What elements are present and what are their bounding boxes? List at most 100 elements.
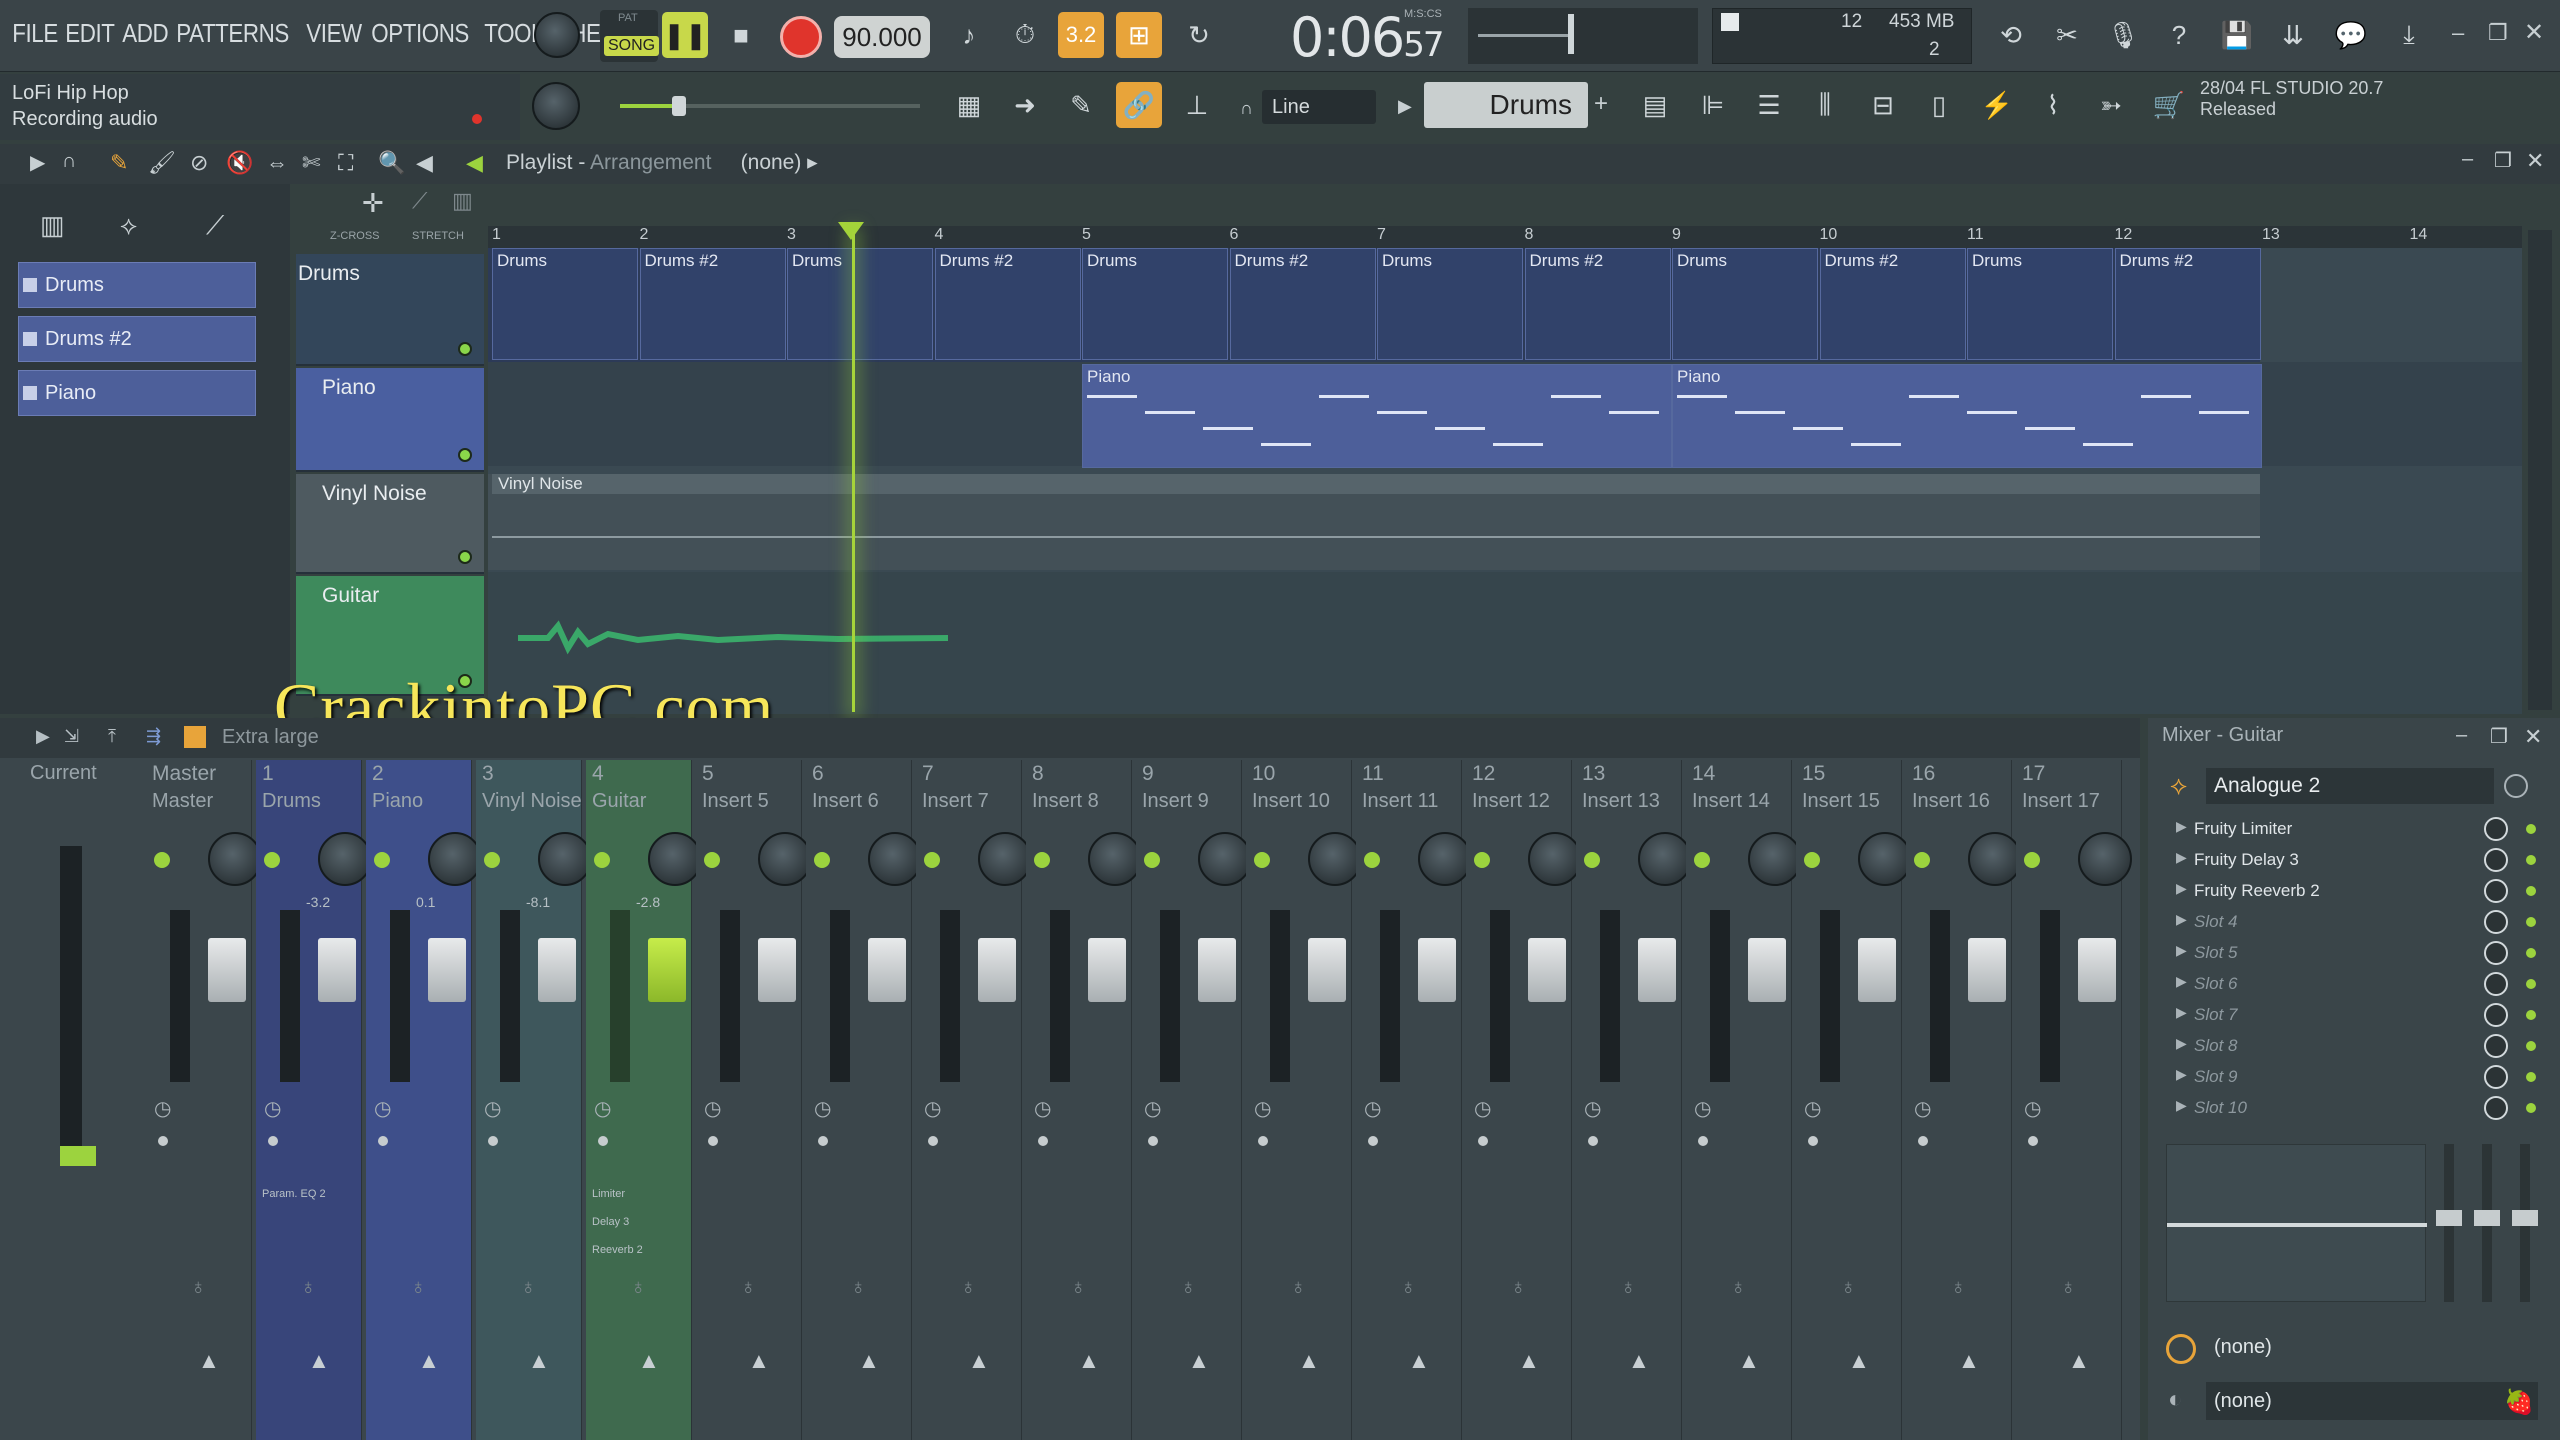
strip-enable-led[interactable] (594, 852, 610, 868)
mixer-strip-insert-12[interactable]: 12 Insert 12 ◷ ♁ ▲ (1466, 760, 1582, 1440)
send-arrow-icon[interactable]: ▲ (528, 1348, 550, 1374)
menu-view[interactable]: VIEW (302, 18, 366, 49)
strip-dot[interactable] (928, 1136, 938, 1146)
strip-clock-icon[interactable]: ◷ (814, 1096, 831, 1121)
strip-enable-led[interactable] (374, 852, 390, 868)
drums-clip[interactable]: Drums #2 (1229, 248, 1376, 360)
strip-clock-icon[interactable]: ◷ (484, 1096, 501, 1121)
effect-slot[interactable]: Slot 10 (2176, 1093, 2496, 1123)
strip-volume-fader[interactable] (1088, 938, 1126, 1002)
strip-volume-fader[interactable] (1858, 938, 1896, 1002)
draw-tool-icon[interactable]: ✎ (110, 150, 128, 176)
effect-slot[interactable]: Slot 6 (2176, 969, 2496, 999)
strip-pan-knob[interactable] (648, 832, 702, 886)
playlist-scrollbar[interactable] (2528, 230, 2552, 710)
send-knob-icon[interactable]: ♁ (1400, 1274, 1417, 1300)
cut-icon[interactable]: ✂ (2044, 12, 2090, 58)
piano-roll-view-icon[interactable]: ⊫ (1690, 82, 1736, 128)
slot-expand-icon[interactable]: ▶ (2176, 849, 2187, 866)
slip-tool-icon[interactable]: ⇔ (266, 150, 288, 176)
strip-dot[interactable] (268, 1136, 278, 1146)
effect-slot[interactable]: Slot 7 (2176, 1000, 2496, 1030)
eq-band-handle[interactable] (2512, 1210, 2538, 1226)
effect-slot[interactable]: Slot 4 (2176, 907, 2496, 937)
strip-volume-fader[interactable] (1528, 938, 1566, 1002)
mixer-strip-insert-9[interactable]: 9 Insert 9 ◷ ♁ ▲ (1136, 760, 1252, 1440)
slot-enable-led[interactable] (2526, 1041, 2536, 1051)
input-clock-icon[interactable] (2166, 1334, 2196, 1364)
strip-enable-led[interactable] (1144, 852, 1160, 868)
pattern-picker-icon[interactable]: ▥ (40, 210, 65, 241)
playlist-maximize-icon[interactable]: ❐ (2494, 148, 2512, 173)
strip-clock-icon[interactable]: ◷ (374, 1096, 391, 1121)
send-knob-icon[interactable]: ♁ (190, 1274, 207, 1300)
strip-pan-knob[interactable] (868, 832, 922, 886)
strip-dot[interactable] (1698, 1136, 1708, 1146)
time-format-label[interactable]: M:S:CS (1404, 8, 1442, 20)
send-knob-icon[interactable]: ♁ (1070, 1274, 1087, 1300)
slot-expand-icon[interactable]: ▶ (2176, 880, 2187, 897)
preset-select[interactable]: Analogue 2 (2206, 768, 2494, 804)
mixer-strip-insert-17[interactable]: 17 Insert 17 ◷ ♁ ▲ (2016, 760, 2132, 1440)
strip-dot[interactable] (1368, 1136, 1378, 1146)
drums-clip[interactable]: Drums #2 (1819, 248, 1966, 360)
playhead-marker[interactable] (838, 222, 864, 240)
mixer-minimize-icon[interactable]: – (2456, 724, 2467, 747)
strip-clock-icon[interactable]: ◷ (1584, 1096, 1601, 1121)
drums-clip[interactable]: Drums #2 (639, 248, 786, 360)
mixer-strip-insert-10[interactable]: 10 Insert 10 ◷ ♁ ▲ (1246, 760, 1362, 1440)
drums-clip[interactable]: Drums (1967, 248, 2113, 360)
send-knob-icon[interactable]: ♁ (1840, 1274, 1857, 1300)
strip-enable-led[interactable] (2024, 852, 2040, 868)
strip-volume-fader[interactable] (1748, 938, 1786, 1002)
strip-pan-knob[interactable] (428, 832, 482, 886)
strip-pan-knob[interactable] (1968, 832, 2022, 886)
mixer-strip-insert-14[interactable]: 14 Insert 14 ◷ ♁ ▲ (1686, 760, 1802, 1440)
pattern-select[interactable]: Drums (1424, 82, 1588, 128)
strip-pan-knob[interactable] (1418, 832, 1472, 886)
strip-enable-led[interactable] (264, 852, 280, 868)
send-arrow-icon[interactable]: ▲ (1078, 1348, 1100, 1374)
strip-clock-icon[interactable]: ◷ (1804, 1096, 1821, 1121)
send-knob-icon[interactable]: ♁ (1290, 1274, 1307, 1300)
arrangement-grid[interactable]: Drums Drums #2 Drums Drums #2 Drums Drums #2 D… (488, 248, 2522, 714)
vinyl-noise-clip-header[interactable]: Vinyl Noise (492, 474, 2260, 494)
record-button[interactable] (780, 16, 822, 58)
slot-mix-knob[interactable] (2484, 879, 2508, 903)
master-slider-handle[interactable] (672, 96, 686, 116)
strip-enable-led[interactable] (1474, 852, 1490, 868)
strip-clock-icon[interactable]: ◷ (264, 1096, 281, 1121)
strip-volume-fader[interactable] (208, 938, 246, 1002)
slot-mix-knob[interactable] (2484, 848, 2508, 872)
snap-magnet-icon[interactable]: ∩ (62, 150, 76, 173)
mixer-strip-insert-2[interactable]: 2 Piano 0.1 ◷ ♁ ▲ (366, 760, 482, 1440)
mixer-strip-insert-5[interactable]: 5 Insert 5 ◷ ♁ ▲ (696, 760, 812, 1440)
download-icon[interactable]: ⤓ (2386, 12, 2432, 58)
news-panel[interactable]: 28/04 FL STUDIO 20.7 Released (2200, 78, 2500, 134)
preset-clock-icon[interactable] (2504, 774, 2528, 798)
channel-rack-icon[interactable]: ☰ (1746, 82, 1792, 128)
effect-slot[interactable]: Slot 5 (2176, 938, 2496, 968)
strip-enable-led[interactable] (1034, 852, 1050, 868)
drums-clip[interactable]: Drums #2 (1524, 248, 1671, 360)
help-icon[interactable]: ? (2156, 12, 2202, 58)
strip-volume-fader[interactable] (1968, 938, 2006, 1002)
send-knob-icon[interactable]: ♁ (960, 1274, 977, 1300)
undo-icon[interactable]: ⟲ (1988, 12, 2034, 58)
strip-dot[interactable] (598, 1136, 608, 1146)
send-arrow-icon[interactable]: ▲ (418, 1348, 440, 1374)
drums-clip[interactable]: Drums (787, 248, 933, 360)
strip-clock-icon[interactable]: ◷ (1364, 1096, 1381, 1121)
strip-enable-led[interactable] (1694, 852, 1710, 868)
automation-picker-icon[interactable]: ⟋ (206, 210, 224, 242)
strip-volume-fader[interactable] (978, 938, 1016, 1002)
slot-enable-led[interactable] (2526, 979, 2536, 989)
tempo-display[interactable]: 90.000 (834, 16, 930, 58)
slot-enable-led[interactable] (2526, 1072, 2536, 1082)
send-knob-icon[interactable]: ♁ (300, 1274, 317, 1300)
send-knob-icon[interactable]: ♁ (1950, 1274, 1967, 1300)
strip-dot[interactable] (1808, 1136, 1818, 1146)
strip-clock-icon[interactable]: ◷ (924, 1096, 941, 1121)
strip-enable-led[interactable] (814, 852, 830, 868)
strip-dot[interactable] (1148, 1136, 1158, 1146)
